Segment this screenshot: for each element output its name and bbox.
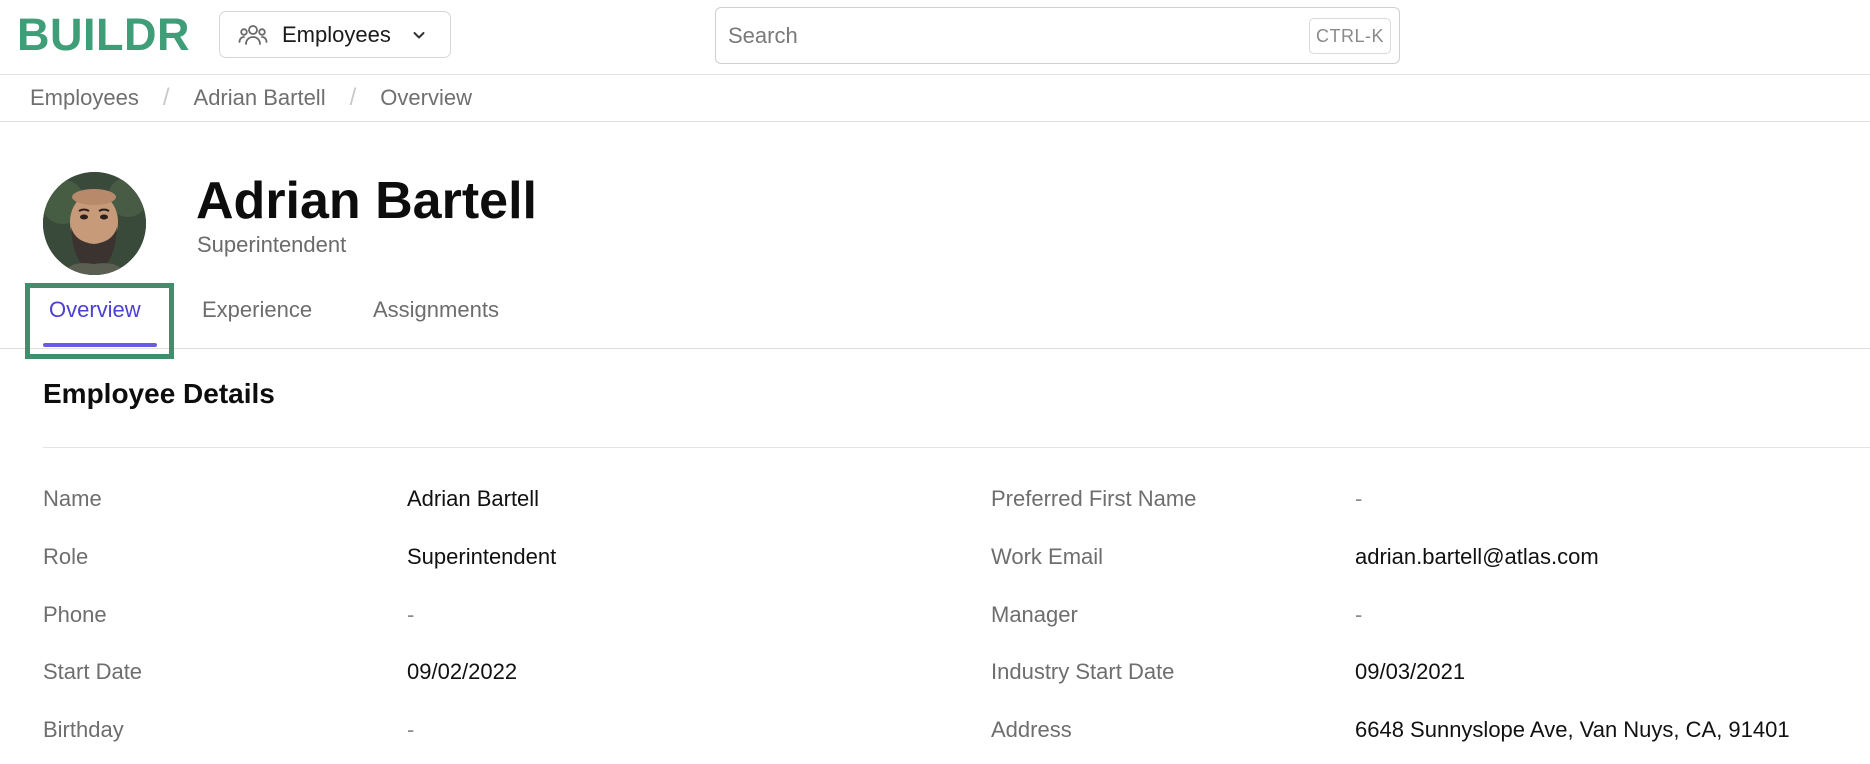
employee-title: Superintendent — [197, 232, 347, 257]
page-title: Adrian Bartell — [196, 172, 537, 230]
detail-value-phone: - — [407, 602, 415, 627]
detail-label-role: Role — [43, 544, 89, 569]
detail-label-manager: Manager — [991, 602, 1078, 627]
module-select-label: Employees — [282, 21, 391, 47]
active-tab-indicator — [43, 343, 157, 347]
detail-label-birthday: Birthday — [43, 717, 124, 742]
tab-overview[interactable]: Overview — [49, 297, 141, 323]
avatar — [43, 172, 146, 275]
detail-value-address: 6648 Sunnyslope Ave, Van Nuys, CA, 91401 — [1355, 717, 1790, 742]
detail-label-name: Name — [43, 486, 102, 511]
breadcrumb-separator: / — [349, 84, 357, 111]
breadcrumb-item-employee[interactable]: Adrian Bartell — [194, 85, 326, 111]
detail-value-start-date: 09/02/2022 — [407, 659, 518, 684]
tab-bar: Overview Experience Assignments — [0, 283, 1870, 359]
detail-label-address: Address — [991, 717, 1072, 742]
detail-value-industry-start-date: 09/03/2021 — [1355, 659, 1466, 684]
detail-value-manager: - — [1355, 602, 1363, 627]
detail-label-industry-start-date: Industry Start Date — [991, 659, 1175, 684]
detail-value-birthday: - — [407, 717, 415, 742]
brand-logo[interactable]: BUILDR — [17, 10, 190, 60]
tab-assignments[interactable]: Assignments — [373, 297, 499, 323]
divider — [43, 447, 1870, 448]
detail-value-name: Adrian Bartell — [407, 486, 540, 511]
breadcrumb-item-current: Overview — [380, 85, 472, 110]
breadcrumb: Employees / Adrian Bartell / Overview — [0, 75, 1870, 122]
search-box: CTRL-K — [715, 7, 1400, 64]
breadcrumb-separator: / — [162, 84, 170, 111]
breadcrumb-item-employees[interactable]: Employees — [30, 85, 139, 111]
chevron-down-icon — [411, 27, 427, 43]
module-select[interactable]: Employees — [219, 11, 451, 58]
detail-value-preferred-first-name: - — [1355, 486, 1363, 511]
detail-value-role: Superintendent — [407, 544, 557, 569]
top-bar: BUILDR Employees CTRL-K — [0, 0, 1870, 75]
section-title: Employee Details — [43, 378, 275, 409]
detail-label-preferred-first-name: Preferred First Name — [991, 486, 1197, 511]
detail-label-work-email: Work Email — [991, 544, 1104, 569]
tab-experience[interactable]: Experience — [202, 297, 312, 323]
detail-label-start-date: Start Date — [43, 659, 143, 684]
detail-value-work-email: adrian.bartell@atlas.com — [1355, 544, 1599, 569]
keyboard-shortcut-hint: CTRL-K — [1308, 18, 1391, 54]
people-icon — [238, 23, 268, 47]
search-input[interactable] — [728, 8, 1288, 63]
detail-label-phone: Phone — [43, 602, 107, 627]
